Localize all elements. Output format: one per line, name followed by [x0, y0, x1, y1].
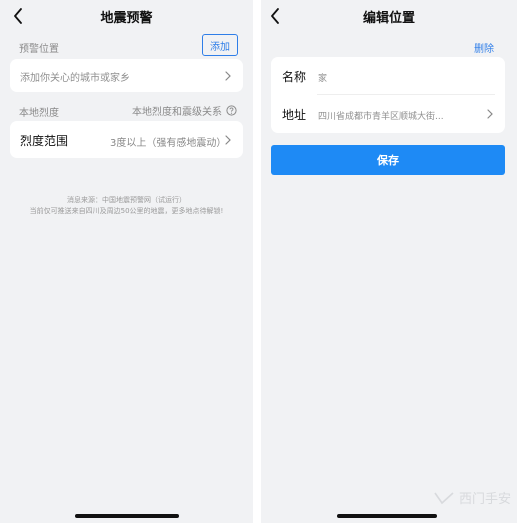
edit-location-screen: 编辑位置 删除 名称 家 地址 四川省成都市青羊区顺城大街... 保存 西门手安 — [261, 0, 517, 523]
save-button[interactable]: 保存 — [271, 145, 505, 175]
intensity-relation-link[interactable]: 本地烈度和震级关系 — [132, 103, 237, 118]
screen-divider — [253, 0, 261, 523]
chevron-right-icon — [485, 108, 495, 120]
back-button[interactable] — [265, 5, 285, 27]
nav-bar: 地震预警 — [0, 0, 253, 32]
chevron-right-icon — [223, 134, 233, 146]
page-title: 编辑位置 — [362, 10, 415, 26]
intensity-range-row[interactable]: 烈度范围 3度以上（强有感地震动） — [10, 121, 243, 158]
earthquake-warning-screen: 地震预警 预警位置 添加 添加你关心的城市或家乡 本地烈度 本地烈度和震级关系 … — [0, 0, 253, 523]
address-label: 地址 — [282, 108, 307, 122]
intensity-range-value: 3度以上（强有感地震动） — [110, 138, 227, 149]
add-button[interactable]: 添加 — [202, 34, 238, 56]
add-city-row[interactable]: 添加你关心的城市或家乡 — [10, 59, 243, 92]
add-city-placeholder: 添加你关心的城市或家乡 — [20, 73, 130, 84]
nav-bar: 编辑位置 — [261, 0, 517, 32]
home-indicator — [75, 514, 179, 518]
watermark-text: 西门手安 — [458, 492, 511, 507]
delete-button[interactable]: 删除 — [474, 40, 494, 55]
location-form-card: 名称 家 地址 四川省成都市青羊区顺城大街... — [271, 57, 505, 133]
back-button[interactable] — [8, 5, 28, 27]
intensity-range-label: 烈度范围 — [20, 134, 69, 148]
chevron-right-icon — [223, 70, 233, 82]
source-note-line1: 消息来源：中国地震预警网（试运行） — [67, 196, 186, 204]
page-title: 地震预警 — [100, 10, 153, 26]
warning-location-label: 预警位置 — [19, 44, 59, 55]
source-note-line2: 当前仅可推送来自四川及周边50公里的地震，更多地点待解锁! — [29, 207, 224, 215]
watermark: 西门手安 — [433, 488, 511, 507]
name-label: 名称 — [282, 70, 307, 84]
chevron-left-icon — [271, 8, 279, 24]
intensity-relation-text: 本地烈度和震级关系 — [132, 107, 222, 118]
home-indicator — [337, 514, 437, 518]
question-circle-icon — [226, 105, 237, 116]
name-field[interactable]: 家 — [318, 71, 327, 84]
chevron-left-icon — [14, 8, 22, 24]
local-intensity-label: 本地烈度 — [19, 108, 59, 119]
watermark-logo-icon — [434, 491, 454, 504]
address-field-row[interactable]: 地址 四川省成都市青羊区顺城大街... — [271, 95, 505, 133]
address-field[interactable]: 四川省成都市青羊区顺城大街... — [318, 109, 444, 122]
name-field-row[interactable]: 名称 家 — [271, 57, 505, 94]
